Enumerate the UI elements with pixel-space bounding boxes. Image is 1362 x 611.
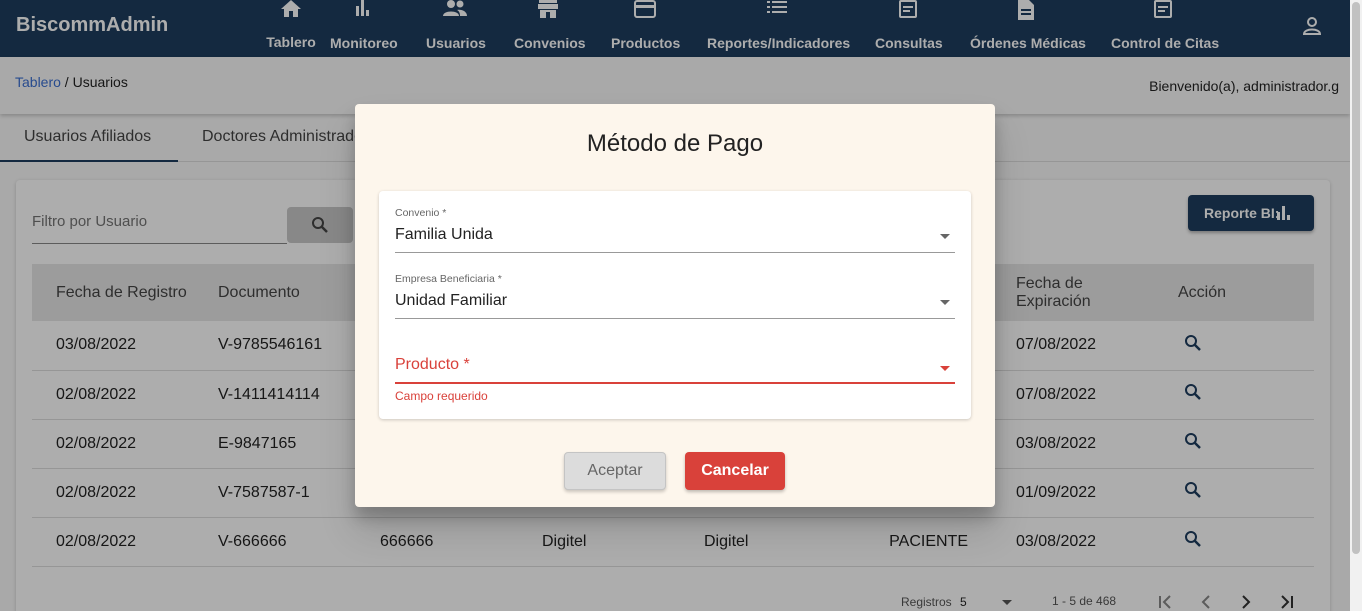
chevron-down-icon xyxy=(940,366,950,371)
producto-error: Campo requerido xyxy=(395,389,488,403)
empresa-beneficiaria-select[interactable]: Empresa Beneficiaria * Unidad Familiar xyxy=(395,273,955,319)
dialog-form: Convenio * Familia Unida Empresa Benefic… xyxy=(379,191,971,419)
field-underline xyxy=(395,318,955,319)
convenio-label: Convenio * xyxy=(395,207,447,219)
chevron-down-icon xyxy=(940,300,950,305)
convenio-select[interactable]: Convenio * Familia Unida xyxy=(395,207,955,253)
scrollbar-thumb[interactable] xyxy=(1352,2,1360,554)
empresa-value: Unidad Familiar xyxy=(395,292,508,309)
chevron-down-icon xyxy=(940,234,950,239)
cancel-button[interactable]: Cancelar xyxy=(685,452,785,490)
convenio-value: Familia Unida xyxy=(395,226,493,243)
empresa-label: Empresa Beneficiaria * xyxy=(395,273,502,285)
page-scrollbar[interactable] xyxy=(1350,0,1362,611)
producto-select[interactable]: Producto * Campo requerido xyxy=(395,356,955,406)
accept-button[interactable]: Aceptar xyxy=(564,452,666,490)
field-underline xyxy=(395,382,955,384)
dialog-title: Método de Pago xyxy=(586,130,764,157)
producto-label: Producto * xyxy=(395,356,470,373)
payment-method-dialog: Método de Pago Convenio * Familia Unida … xyxy=(355,104,995,507)
field-underline xyxy=(395,252,955,253)
